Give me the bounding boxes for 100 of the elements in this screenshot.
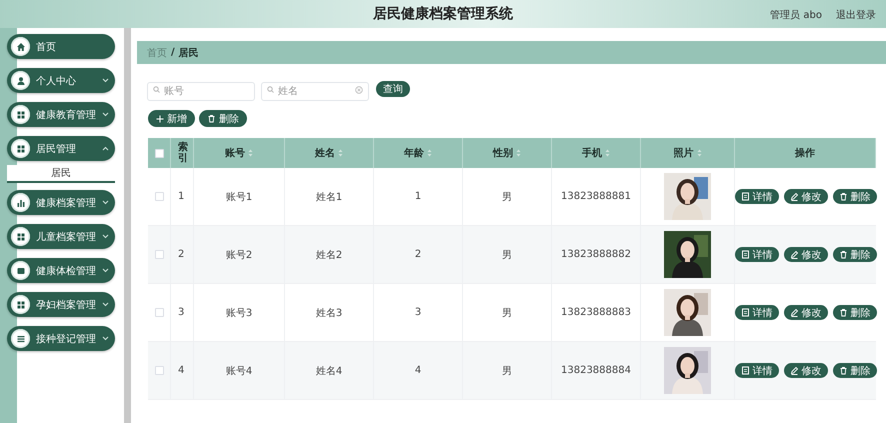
table-cell-text: 账号4 — [226, 364, 252, 378]
search-icon — [153, 86, 160, 93]
table-cell: 4 — [178, 365, 184, 376]
grid-icon — [11, 105, 30, 124]
trash-icon — [838, 366, 848, 375]
row-checkbox[interactable] — [154, 192, 164, 201]
doc-icon — [740, 366, 750, 375]
submenu-item[interactable]: 居民 — [7, 165, 115, 183]
pen-icon — [790, 192, 798, 201]
table-cell: 1 — [414, 191, 422, 202]
row-checkbox[interactable] — [154, 308, 164, 317]
select-all-checkbox[interactable] — [154, 148, 164, 158]
trash-icon — [838, 308, 848, 317]
table-cell-text: 账号3 — [226, 306, 252, 320]
app-title: 居民健康档案管理系统 — [373, 5, 513, 23]
table-cell: 13823888882 — [561, 249, 631, 260]
pen-icon — [790, 250, 798, 259]
table-cell: 1 — [178, 191, 184, 202]
column-header: 性别 — [493, 146, 513, 160]
edit-button[interactable]: 修改 — [784, 363, 828, 378]
breadcrumb-separator: / — [171, 47, 175, 58]
details-button[interactable]: 详情 — [734, 305, 778, 320]
sort-icon[interactable] — [516, 149, 521, 157]
sort-icon[interactable] — [338, 149, 343, 157]
menu-item[interactable]: 儿童档案管理 — [7, 224, 115, 249]
pen-icon — [790, 308, 798, 317]
search-field[interactable]: 姓名 — [261, 82, 369, 101]
table-cell-text: 账号1 — [226, 190, 252, 204]
column-header: 操作 — [795, 146, 815, 160]
table-cell: 4 — [414, 365, 422, 376]
search-icon — [267, 86, 274, 93]
plus-icon — [156, 114, 164, 122]
table-cell-text: 姓名1 — [316, 190, 342, 204]
sort-icon[interactable] — [605, 149, 610, 157]
table-cell: 2 — [414, 249, 422, 260]
trash-icon — [207, 114, 216, 123]
search-field[interactable]: 账号 — [147, 82, 255, 101]
table-cell: 13823888881 — [561, 191, 631, 202]
trash-icon — [838, 192, 848, 201]
grid-icon — [11, 139, 30, 158]
sort-icon[interactable] — [427, 149, 432, 157]
menu-item[interactable]: 接种登记管理 — [7, 326, 115, 351]
column-header: 姓名 — [315, 146, 335, 160]
home-icon — [11, 37, 30, 56]
table-cell-text: 姓名3 — [316, 306, 342, 320]
edit-button[interactable]: 修改 — [784, 305, 828, 320]
column-header: 手机 — [582, 146, 602, 160]
column-header: 账号 — [225, 146, 245, 160]
menu-item[interactable]: 健康档案管理 — [7, 190, 115, 215]
search-button[interactable]: 查询 — [376, 80, 410, 96]
delete-button[interactable]: 删除 — [832, 363, 876, 378]
column-header: 照片 — [674, 146, 694, 160]
table-cell-text: 男 — [502, 190, 512, 204]
table-cell-text: 账号2 — [226, 248, 252, 262]
details-button[interactable]: 详情 — [734, 363, 778, 378]
menu-item[interactable]: 居民管理 — [7, 136, 115, 161]
user-label: 管理员 abo — [770, 9, 822, 22]
details-button[interactable]: 详情 — [734, 247, 778, 262]
delete-button[interactable]: 删除 — [832, 189, 876, 204]
delete-button[interactable]: 删除 — [832, 247, 876, 262]
menu-item[interactable]: 首页 — [7, 34, 115, 59]
delete-button[interactable]: 删除 — [832, 305, 876, 320]
sort-icon[interactable] — [696, 149, 702, 157]
row-checkbox[interactable] — [154, 366, 164, 375]
person-icon — [11, 71, 30, 90]
table-cell-text: 男 — [502, 364, 512, 378]
table-cell: 3 — [178, 307, 184, 318]
menu-item[interactable]: 健康体检管理 — [7, 258, 115, 283]
table-cell: 13823888883 — [561, 307, 631, 318]
doc-icon — [740, 308, 750, 317]
trash-icon — [838, 250, 848, 259]
bar-chart-icon — [11, 193, 30, 212]
menu-item[interactable]: 孕妇档案管理 — [7, 292, 115, 317]
edit-button[interactable]: 修改 — [784, 247, 828, 262]
table-cell-text: 姓名2 — [316, 248, 342, 262]
table-cell: 3 — [414, 307, 422, 318]
menu-item[interactable]: 个人中心 — [7, 68, 115, 93]
column-header: 年龄 — [404, 146, 424, 160]
doc-icon — [740, 250, 750, 259]
edit-button[interactable]: 修改 — [784, 189, 828, 204]
table-cell-text: 男 — [502, 248, 512, 262]
doc-icon — [740, 192, 750, 201]
pen-icon — [790, 366, 798, 375]
delete-button[interactable]: 删除 — [199, 110, 247, 127]
table-cell: 2 — [178, 249, 184, 260]
list-icon — [11, 329, 30, 348]
table-cell-text: 男 — [502, 306, 512, 320]
table-cell-text: 姓名4 — [316, 364, 342, 378]
sort-icon[interactable] — [248, 149, 253, 157]
add-button[interactable]: 新增 — [148, 110, 195, 127]
menu-item[interactable]: 健康教育管理 — [7, 102, 115, 127]
clear-icon[interactable] — [355, 86, 363, 94]
column-header: 索引 — [178, 142, 188, 164]
grid-icon — [11, 227, 30, 246]
breadcrumb-current: 居民 — [178, 46, 199, 60]
logout-link[interactable]: 退出登录 — [836, 8, 876, 22]
details-button[interactable]: 详情 — [734, 189, 778, 204]
grid-icon — [11, 295, 30, 314]
row-checkbox[interactable] — [154, 250, 164, 259]
table-cell: 13823888884 — [561, 365, 631, 376]
